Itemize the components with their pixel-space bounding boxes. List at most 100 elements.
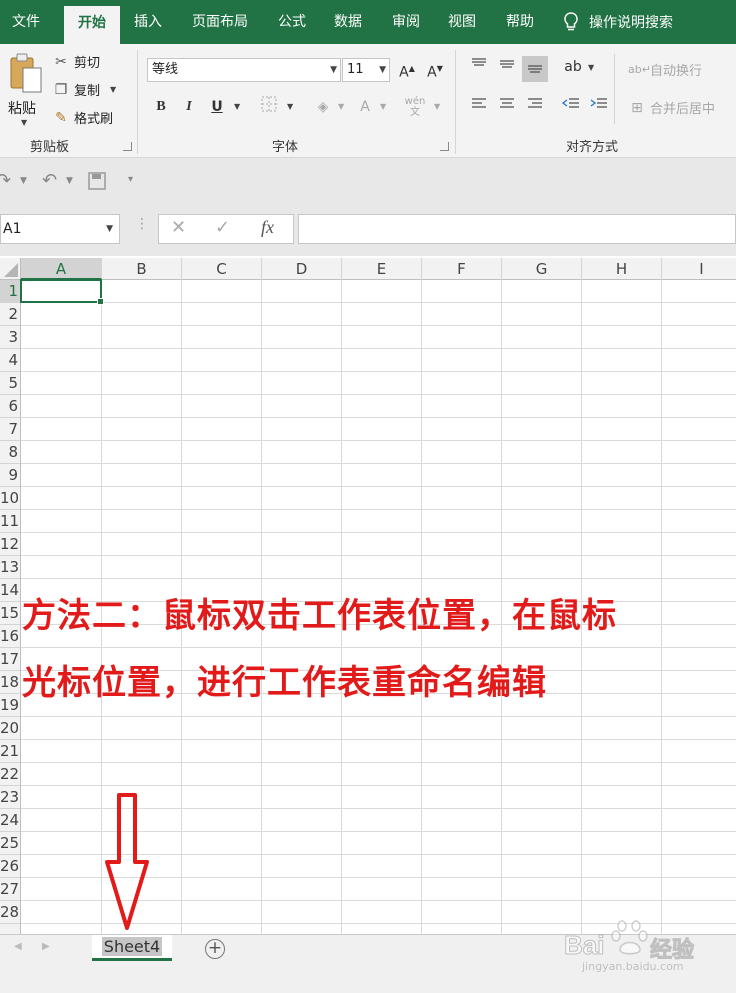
paste-dropdown-icon[interactable]: ▼ [21, 118, 27, 127]
row-header[interactable]: 18 [0, 671, 20, 694]
row-header[interactable]: 8 [0, 441, 20, 464]
row-header[interactable]: 12 [0, 533, 20, 556]
column-header[interactable]: F [422, 258, 502, 280]
row-header[interactable]: 2 [0, 303, 20, 326]
redo-dropdown-icon[interactable]: ▼ [20, 176, 27, 186]
font-color-dropdown-icon[interactable]: ▼ [380, 102, 386, 111]
decrease-indent-button[interactable] [560, 96, 582, 118]
row-header[interactable]: 5 [0, 372, 20, 395]
row-header[interactable]: 9 [0, 464, 20, 487]
save-icon[interactable] [88, 172, 106, 190]
phonetic-dropdown-icon[interactable]: ▼ [434, 102, 440, 111]
orientation-dropdown-icon[interactable]: ▼ [588, 63, 594, 72]
format-painter-button[interactable]: ✎ 格式刷 [52, 108, 113, 128]
row-header[interactable]: 17 [0, 648, 20, 671]
borders-dropdown-icon[interactable]: ▼ [287, 102, 293, 111]
align-right-button[interactable] [524, 96, 546, 118]
fill-color-dropdown-icon[interactable]: ▼ [338, 102, 344, 111]
row-header[interactable]: 19 [0, 694, 20, 717]
formula-input[interactable] [298, 214, 736, 244]
tell-me-search[interactable]: 操作说明搜索 [563, 0, 673, 44]
align-bottom-button[interactable] [522, 56, 548, 82]
column-header[interactable]: G [502, 258, 582, 280]
row-header[interactable]: 7 [0, 418, 20, 441]
tab-home[interactable]: 开始 [64, 6, 120, 44]
align-middle-button[interactable] [496, 56, 518, 78]
row-header[interactable]: 11 [0, 510, 20, 533]
row-header[interactable]: 21 [0, 740, 20, 763]
row-header[interactable]: 4 [0, 349, 20, 372]
cancel-icon[interactable]: ✕ [171, 217, 186, 238]
align-top-button[interactable] [468, 56, 490, 78]
clipboard-launcher-icon[interactable] [123, 142, 132, 151]
column-header[interactable]: E [342, 258, 422, 280]
undo-icon[interactable]: ↶ [42, 170, 57, 191]
row-header[interactable]: 26 [0, 855, 20, 878]
bold-button[interactable]: B [150, 96, 172, 118]
row-header[interactable]: 13 [0, 556, 20, 579]
tab-view[interactable]: 视图 [438, 0, 486, 44]
phonetic-button[interactable]: wén 文 [404, 96, 426, 118]
column-header[interactable]: B [102, 258, 182, 280]
tab-data[interactable]: 数据 [324, 0, 372, 44]
name-box[interactable]: A1 ▼ [0, 214, 120, 244]
align-center-button[interactable] [496, 96, 518, 118]
tab-file[interactable]: 文件 [0, 0, 52, 44]
increase-font-size-button[interactable]: A▲ [396, 58, 418, 81]
redo-icon[interactable]: ↷ [0, 170, 11, 191]
merge-center-button[interactable]: ⊞ 合并后居中 [628, 98, 715, 118]
italic-button[interactable]: I [178, 96, 200, 118]
font-name-select[interactable]: 等线 ▼ [147, 58, 341, 82]
paste-button[interactable]: 粘贴 ▼ [4, 50, 46, 128]
scroll-left-icon[interactable]: ◀ [14, 941, 22, 952]
tab-help[interactable]: 帮助 [496, 0, 544, 44]
undo-dropdown-icon[interactable]: ▼ [66, 176, 73, 186]
row-header[interactable]: 3 [0, 326, 20, 349]
scroll-right-icon[interactable]: ▶ [42, 941, 50, 952]
select-all-button[interactable] [0, 258, 21, 280]
row-header[interactable]: 28 [0, 901, 20, 924]
fill-color-button[interactable]: ◈ [312, 96, 334, 118]
tab-review[interactable]: 审阅 [382, 0, 430, 44]
row-header[interactable]: 24 [0, 809, 20, 832]
row-header[interactable]: 23 [0, 786, 20, 809]
tab-insert[interactable]: 插入 [124, 0, 172, 44]
sheet-tab-name-editing[interactable]: Sheet4 [101, 937, 163, 956]
row-header[interactable]: 10 [0, 487, 20, 510]
row-header[interactable]: 6 [0, 395, 20, 418]
row-header[interactable]: 15 [0, 602, 20, 625]
row-header[interactable]: 16 [0, 625, 20, 648]
underline-dropdown-icon[interactable]: ▼ [234, 102, 240, 111]
row-header[interactable]: 27 [0, 878, 20, 901]
font-color-button[interactable]: A [354, 96, 376, 118]
tab-formulas[interactable]: 公式 [268, 0, 316, 44]
splitter-icon[interactable]: ⋮ [135, 217, 149, 231]
column-header[interactable]: I [662, 258, 736, 280]
column-header[interactable]: D [262, 258, 342, 280]
copy-dropdown-icon[interactable]: ▼ [110, 85, 116, 94]
sheet-tab-sheet4[interactable]: Sheet4 [92, 935, 172, 961]
add-sheet-button[interactable]: + [205, 939, 225, 959]
row-header[interactable]: 25 [0, 832, 20, 855]
column-header[interactable]: A [21, 258, 102, 280]
column-header[interactable]: H [582, 258, 662, 280]
decrease-font-size-button[interactable]: A▼ [424, 58, 446, 81]
cut-button[interactable]: ✂ 剪切 [52, 52, 100, 72]
tab-page-layout[interactable]: 页面布局 [182, 0, 258, 44]
row-header[interactable]: 22 [0, 763, 20, 786]
increase-indent-button[interactable] [588, 96, 610, 118]
copy-button[interactable]: ❐ 复制 ▼ [52, 80, 116, 100]
active-cell-a1[interactable] [20, 279, 104, 305]
underline-button[interactable]: U [206, 96, 228, 118]
customize-toolbar-icon[interactable]: ▾ [128, 174, 133, 185]
column-header[interactable]: C [182, 258, 262, 280]
font-launcher-icon[interactable] [440, 142, 449, 151]
borders-button[interactable] [258, 96, 280, 118]
row-header[interactable]: 1 [0, 280, 20, 303]
row-header[interactable]: 20 [0, 717, 20, 740]
insert-function-icon[interactable]: fx [261, 217, 274, 238]
row-header[interactable]: 14 [0, 579, 20, 602]
enter-icon[interactable]: ✓ [215, 217, 230, 238]
font-size-select[interactable]: 11 ▼ [342, 58, 390, 82]
align-left-button[interactable] [468, 96, 490, 118]
